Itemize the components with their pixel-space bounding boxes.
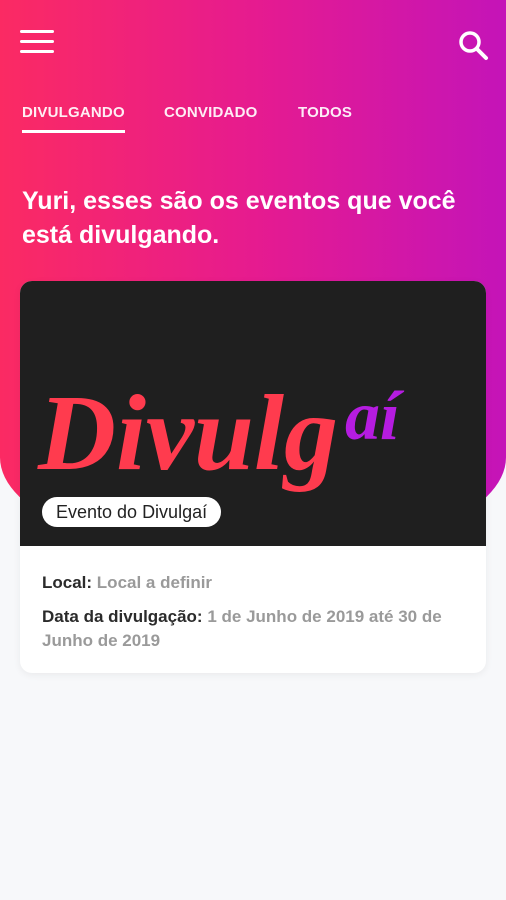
tab-todos[interactable]: TODOS bbox=[298, 104, 352, 121]
event-card[interactable]: Divulg aí Evento do Divulgaí Local: Loca… bbox=[20, 281, 486, 673]
event-cover-image: Divulg aí Evento do Divulgaí bbox=[20, 281, 486, 546]
search-icon[interactable] bbox=[456, 28, 490, 62]
date-label: Data da divulgação: bbox=[42, 607, 203, 626]
top-app-bar bbox=[0, 0, 506, 88]
page-headline: Yuri, esses são os eventos que você está… bbox=[22, 187, 456, 249]
date-row: Data da divulgação: 1 de Junho de 2019 a… bbox=[42, 605, 472, 653]
location-row: Local: Local a definir bbox=[42, 571, 472, 595]
location-label: Local: bbox=[42, 573, 93, 592]
tab-divulgando[interactable]: DIVULGANDO bbox=[22, 104, 125, 133]
tab-convidado[interactable]: CONVIDADO bbox=[164, 104, 257, 121]
event-name-badge: Evento do Divulgaí bbox=[42, 497, 222, 527]
location-value: Local a definir bbox=[96, 573, 213, 592]
logo-text-accent: aí bbox=[345, 378, 405, 455]
logo-text-main: Divulg bbox=[37, 374, 338, 493]
event-details: Local: Local a definir Data da divulgaçã… bbox=[42, 571, 472, 663]
hamburger-menu-icon[interactable] bbox=[20, 30, 56, 56]
